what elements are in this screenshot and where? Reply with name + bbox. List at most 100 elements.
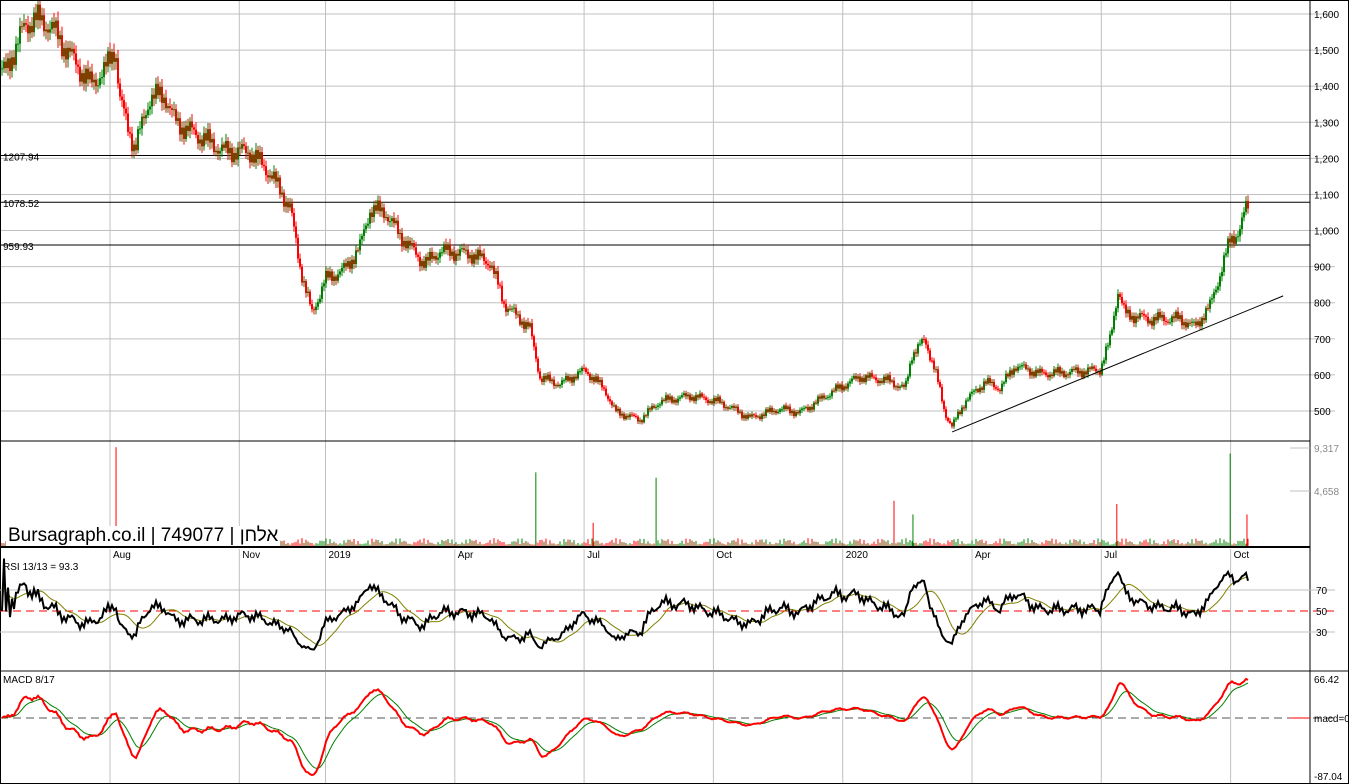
candle-body [939,382,941,387]
candle-body [1039,368,1041,373]
candle-body [1153,316,1155,326]
candle-body [239,147,241,149]
candle-body [63,48,65,57]
candle-body [85,68,87,84]
candle-body [1221,271,1223,277]
candle-body [1007,373,1009,377]
macd-signal-line [1,682,1249,769]
candle-body [699,393,701,398]
candle-body [419,256,421,267]
candle-body [139,128,141,130]
candle-body [963,407,965,409]
candle-body [465,249,467,251]
candle-body [443,244,445,253]
candle-body [309,291,311,305]
candle-body [1245,200,1247,213]
candle-body [675,399,677,403]
candle-body [187,125,189,132]
candle-body [627,415,629,418]
candle-body [335,276,337,281]
candle-body [1087,367,1089,375]
candle-body [585,368,587,373]
candle-body [1093,366,1095,369]
candle-body [13,57,15,65]
candle-body [595,376,597,382]
level-label: 1078.52 [3,199,40,210]
candle-body [751,414,753,417]
candle-body [845,386,847,389]
candle-body [167,106,169,109]
candle-body [815,402,817,404]
candle-body [641,420,643,423]
candle-body [753,414,755,416]
candle-body [493,265,495,275]
candle-body [7,58,9,69]
candle-body [513,307,515,309]
candle-body [255,149,257,163]
candle-body [807,407,809,411]
candle-body [905,380,907,387]
candle-body [229,147,231,154]
candle-body [47,29,49,33]
candle-body [121,96,123,101]
candle-body [109,51,111,64]
candle-body [633,414,635,416]
candle-body [769,407,771,412]
candle-body [379,200,381,212]
candle-body [495,271,497,275]
candle-body [773,410,775,413]
candle-body [1177,311,1179,319]
candle-body [1003,382,1005,384]
candle-body [979,387,981,392]
candle-body [797,412,799,414]
candle-body [333,276,335,281]
candle-body [301,266,303,283]
candle-body [873,376,875,378]
candle-body [1213,292,1215,299]
candle-body [771,407,773,413]
candle-body [135,144,137,151]
candle-body [681,395,683,398]
candle-body [369,212,371,224]
candle-body [1173,316,1175,319]
candle-body [965,400,967,409]
candle-body [1133,315,1135,324]
candle-body [683,393,685,396]
candle-body [947,417,949,421]
candle-body [391,218,393,222]
candle-body [655,406,657,408]
candle-body [131,133,133,152]
candle-body [137,129,139,151]
candle-body [295,226,297,238]
candle-body [803,408,805,410]
candle-body [1095,368,1097,372]
candle-body [955,418,957,420]
candle-body [689,394,691,401]
candle-body [33,12,35,33]
candle-body [1073,368,1075,370]
candle-body [1141,313,1143,315]
candle-body [599,379,601,383]
candle-body [185,125,187,139]
candle-body [43,15,45,32]
candle-body [831,390,833,397]
candle-body [553,379,555,386]
candle-body [77,64,79,67]
candle-body [589,373,591,381]
candle-body [875,377,877,381]
candle-body [613,405,615,407]
candle-body [29,25,31,34]
candle-body [53,22,55,28]
candle-body [467,249,469,259]
candle-body [619,408,621,416]
candle-body [867,375,869,378]
candle-body [171,108,173,110]
candle-body [337,274,339,281]
candle-body [569,377,571,381]
candle-body [1107,345,1109,347]
candle-body [221,144,223,152]
candle-body [111,52,113,64]
candle-body [95,79,97,87]
candle-body [541,378,543,382]
candle-body [849,381,851,384]
